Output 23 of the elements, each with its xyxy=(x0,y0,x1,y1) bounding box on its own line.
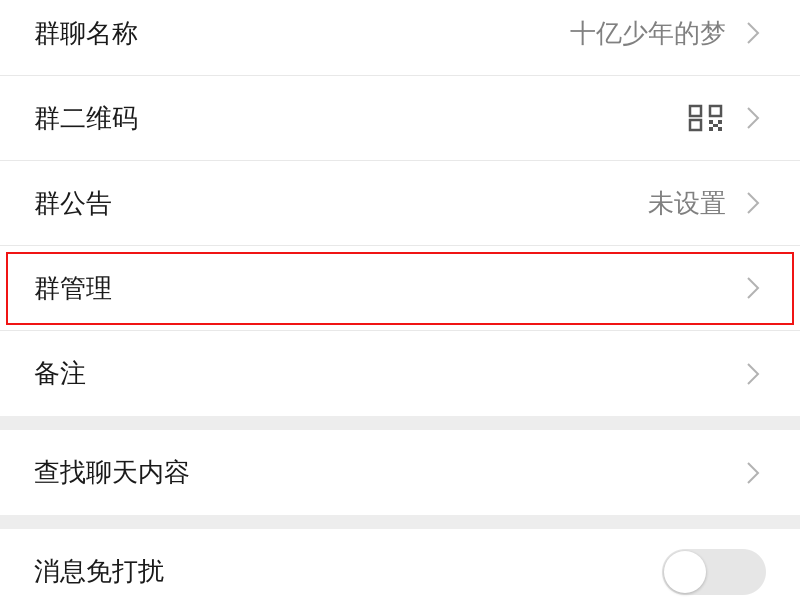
settings-row[interactable]: 群聊名称 十亿少年的梦 xyxy=(0,0,800,76)
row-label: 备注 xyxy=(34,358,87,391)
settings-row[interactable]: 备注 xyxy=(0,331,800,416)
chevron-icon xyxy=(746,21,760,45)
chevron-icon xyxy=(746,276,760,300)
row-value: 十亿少年的梦 xyxy=(570,18,726,50)
settings-row[interactable]: 消息免打扰 xyxy=(0,529,800,600)
chevron-icon xyxy=(746,362,760,386)
settings-row[interactable]: 群二维码 xyxy=(0,76,800,161)
row-label: 消息免打扰 xyxy=(34,556,165,589)
chevron-icon xyxy=(746,106,760,130)
settings-row[interactable]: 群公告 未设置 xyxy=(0,161,800,246)
row-label: 查找聊天内容 xyxy=(34,457,191,490)
chevron-icon xyxy=(746,191,760,215)
row-label: 群公告 xyxy=(34,188,113,220)
row-value: 未设置 xyxy=(648,188,726,220)
row-label: 群聊名称 xyxy=(34,18,139,50)
row-label: 群二维码 xyxy=(34,102,139,136)
settings-row[interactable]: 查找聊天内容 xyxy=(0,430,800,515)
row-label: 群管理 xyxy=(34,272,113,306)
toggle-switch[interactable] xyxy=(662,548,766,594)
settings-row[interactable]: 群管理 xyxy=(0,246,800,331)
chevron-icon xyxy=(746,460,760,484)
